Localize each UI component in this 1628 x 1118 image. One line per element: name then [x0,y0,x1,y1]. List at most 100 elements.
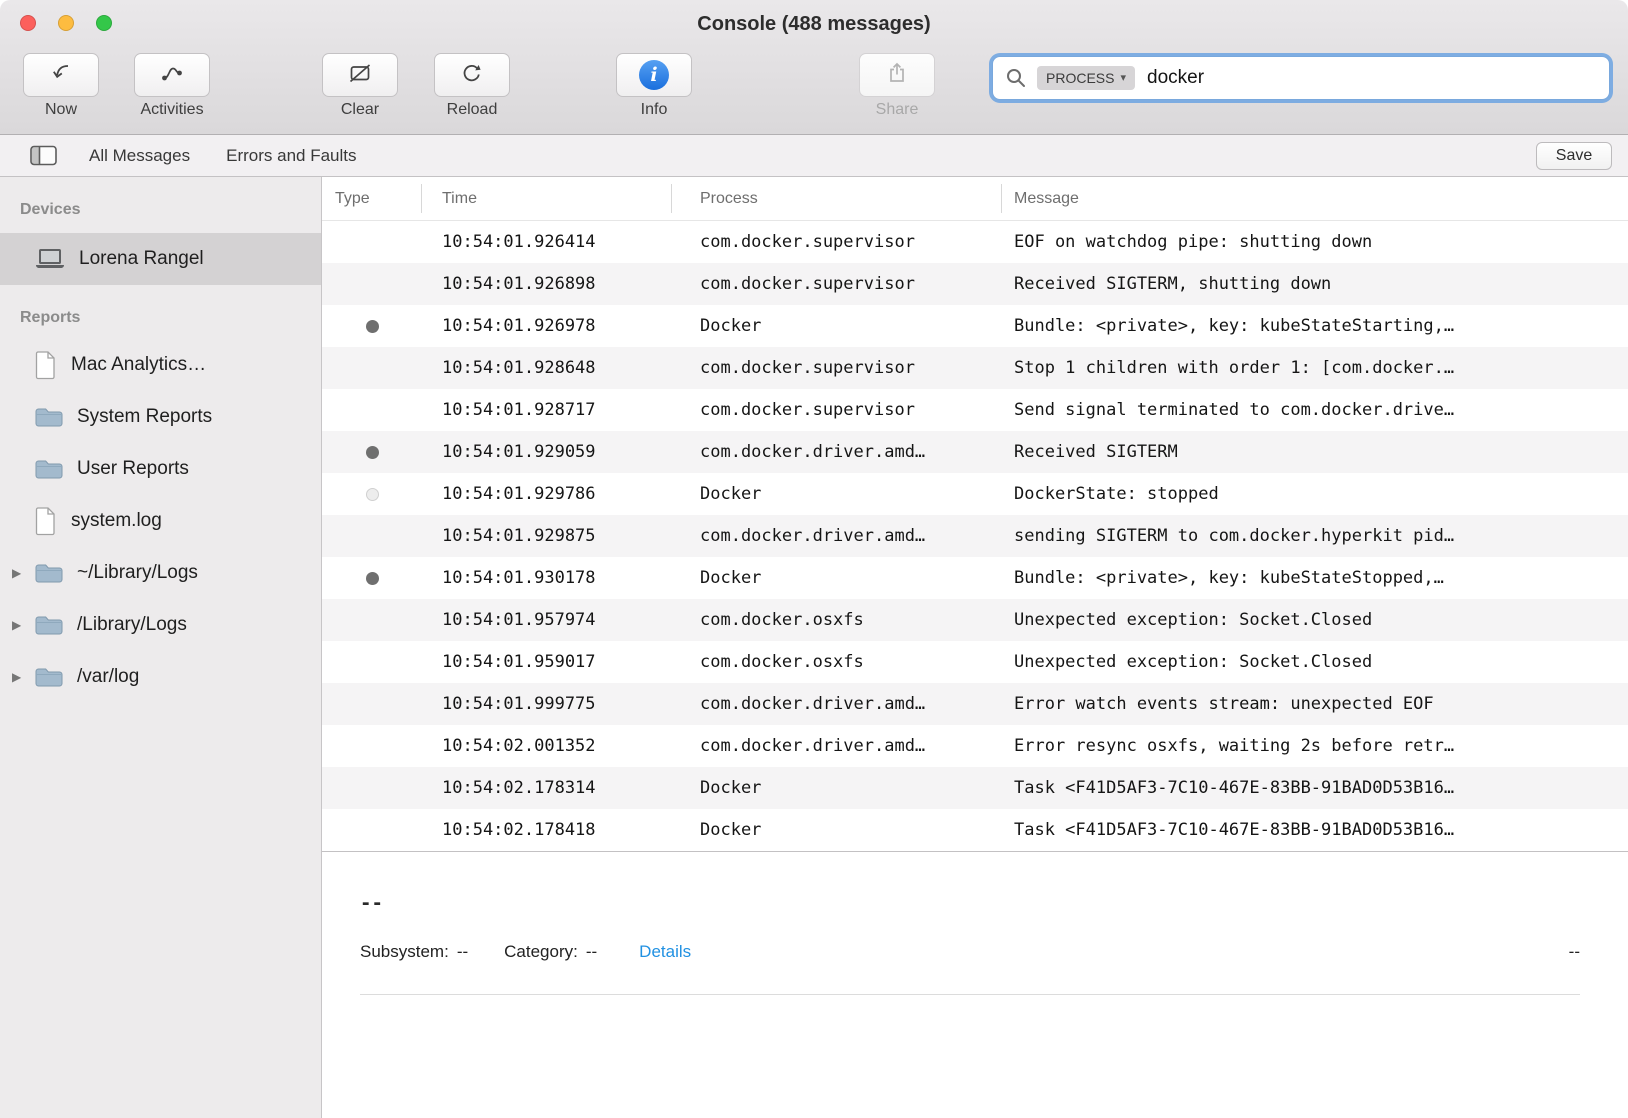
window-chrome: Console (488 messages) Now Activities [0,0,1628,135]
clear-button[interactable]: Clear [318,53,402,119]
log-time: 10:54:01.929875 [422,526,672,546]
log-row[interactable]: 10:54:02.178418 Docker Task <F41D5AF3-7C… [322,809,1628,851]
search-field[interactable]: PROCESS ▾ [992,56,1610,100]
disclosure-triangle-icon[interactable]: ▶ [10,670,34,684]
console-window: Console (488 messages) Now Activities [0,0,1628,1118]
log-time: 10:54:01.926978 [422,316,672,336]
log-level-dot [366,488,379,501]
log-row[interactable]: 10:54:01.929059 com.docker.driver.amd… R… [322,431,1628,473]
log-process: Docker [672,484,1002,504]
log-row[interactable]: 10:54:01.926978 Docker Bundle: <private>… [322,305,1628,347]
sidebar-item-user-reports[interactable]: User Reports [0,443,321,495]
log-process: com.docker.supervisor [672,274,1002,294]
log-row[interactable]: 10:54:01.926898 com.docker.supervisor Re… [322,263,1628,305]
log-process: com.docker.supervisor [672,400,1002,420]
sidebar-item-system-log[interactable]: system.log [0,495,321,547]
sidebar-item-library-logs[interactable]: ▶ /Library/Logs [0,599,321,651]
log-message: Stop 1 children with order 1: [com.docke… [1002,358,1628,378]
column-header-process[interactable]: Process [672,177,1002,220]
log-row[interactable]: 10:54:02.178314 Docker Task <F41D5AF3-7C… [322,767,1628,809]
log-table: Type Time Process Message 10:54:01.92641… [322,177,1628,1118]
detail-pane: -- Subsystem: -- Category: -- Details -- [322,851,1628,1118]
log-message: Unexpected exception: Socket.Closed [1002,652,1628,672]
log-time: 10:54:01.928648 [422,358,672,378]
disclosure-triangle-icon[interactable]: ▶ [10,618,34,632]
info-button[interactable]: i Info [610,53,698,119]
process-filter-token[interactable]: PROCESS ▾ [1037,66,1135,90]
log-type-cell [322,446,422,459]
log-process: com.docker.supervisor [672,358,1002,378]
log-row[interactable]: 10:54:01.999775 com.docker.driver.amd… E… [322,683,1628,725]
activities-button[interactable]: Activities [122,53,222,119]
sidebar-item-label: User Reports [77,458,189,480]
share-label: Share [852,101,942,119]
now-label: Now [22,101,100,119]
sidebar-item-lorena-rangel[interactable]: Lorena Rangel [0,233,321,285]
tab-errors-and-faults[interactable]: Errors and Faults [226,146,356,166]
log-row[interactable]: 10:54:01.929786 Docker DockerState: stop… [322,473,1628,515]
search-input[interactable] [1145,66,1597,90]
log-message: Task <F41D5AF3-7C10-467E-83BB-91BAD0D53B… [1002,820,1628,840]
log-row[interactable]: 10:54:01.928717 com.docker.supervisor Se… [322,389,1628,431]
log-row[interactable]: 10:54:01.930178 Docker Bundle: <private>… [322,557,1628,599]
log-process: com.docker.osxfs [672,610,1002,630]
log-row[interactable]: 10:54:01.926414 com.docker.supervisor EO… [322,221,1628,263]
log-time: 10:54:02.178314 [422,778,672,798]
log-row[interactable]: 10:54:02.001352 com.docker.driver.amd… E… [322,725,1628,767]
process-token-label: PROCESS [1046,70,1114,86]
log-process: com.docker.driver.amd… [672,526,1002,546]
tab-all-messages[interactable]: All Messages [89,146,190,166]
log-message: EOF on watchdog pipe: shutting down [1002,232,1628,252]
log-time: 10:54:01.928717 [422,400,672,420]
laptop-icon [34,247,66,271]
log-process: com.docker.driver.amd… [672,694,1002,714]
filter-bar: All Messages Errors and Faults Save [0,135,1628,177]
clear-icon [347,61,373,90]
log-time: 10:54:01.926414 [422,232,672,252]
column-header-message[interactable]: Message [1002,177,1628,220]
sidebar-item-user-library-logs[interactable]: ▶ ~/Library/Logs [0,547,321,599]
log-level-dot [366,572,379,585]
log-process: Docker [672,316,1002,336]
share-button[interactable]: Share [852,53,942,119]
clear-label: Clear [318,101,402,119]
column-header-time[interactable]: Time [422,177,672,220]
log-process: com.docker.driver.amd… [672,736,1002,756]
log-row[interactable]: 10:54:01.959017 com.docker.osxfs Unexpec… [322,641,1628,683]
log-message: sending SIGTERM to com.docker.hyperkit p… [1002,526,1628,546]
log-type-cell [322,320,422,333]
log-time: 10:54:01.957974 [422,610,672,630]
sidebar-item-var-log[interactable]: ▶ /var/log [0,651,321,703]
subsystem-value: -- [457,942,468,962]
column-header-type[interactable]: Type [322,177,422,220]
info-icon: i [639,60,669,90]
reload-button[interactable]: Reload [430,53,514,119]
log-type-cell [322,488,422,501]
details-link[interactable]: Details [639,942,691,962]
activities-label: Activities [122,101,222,119]
folder-icon [34,561,64,585]
log-time: 10:54:01.999775 [422,694,672,714]
log-time: 10:54:01.959017 [422,652,672,672]
save-button[interactable]: Save [1536,142,1612,170]
sidebar-item-label: ~/Library/Logs [77,562,198,584]
log-level-dot [366,320,379,333]
log-row[interactable]: 10:54:01.929875 com.docker.driver.amd… s… [322,515,1628,557]
log-row[interactable]: 10:54:01.957974 com.docker.osxfs Unexpec… [322,599,1628,641]
log-level-dot [366,446,379,459]
log-process: Docker [672,778,1002,798]
disclosure-triangle-icon[interactable]: ▶ [10,566,34,580]
log-row[interactable]: 10:54:01.928648 com.docker.supervisor St… [322,347,1628,389]
sidebar-toggle-button[interactable] [30,145,57,166]
sidebar-item-mac-analytics[interactable]: Mac Analytics… [0,339,321,391]
log-process: com.docker.supervisor [672,232,1002,252]
sidebar-section-devices-header: Devices [0,197,321,223]
sidebar-item-system-reports[interactable]: System Reports [0,391,321,443]
sidebar: Devices Lorena Rangel Reports Mac Analyt… [0,177,322,1118]
log-message: Received SIGTERM [1002,442,1628,462]
share-icon [884,61,910,90]
sidebar-item-label: Lorena Rangel [79,248,204,270]
log-time: 10:54:02.001352 [422,736,672,756]
sidebar-item-label: System Reports [77,406,212,428]
now-button[interactable]: Now [22,53,100,119]
